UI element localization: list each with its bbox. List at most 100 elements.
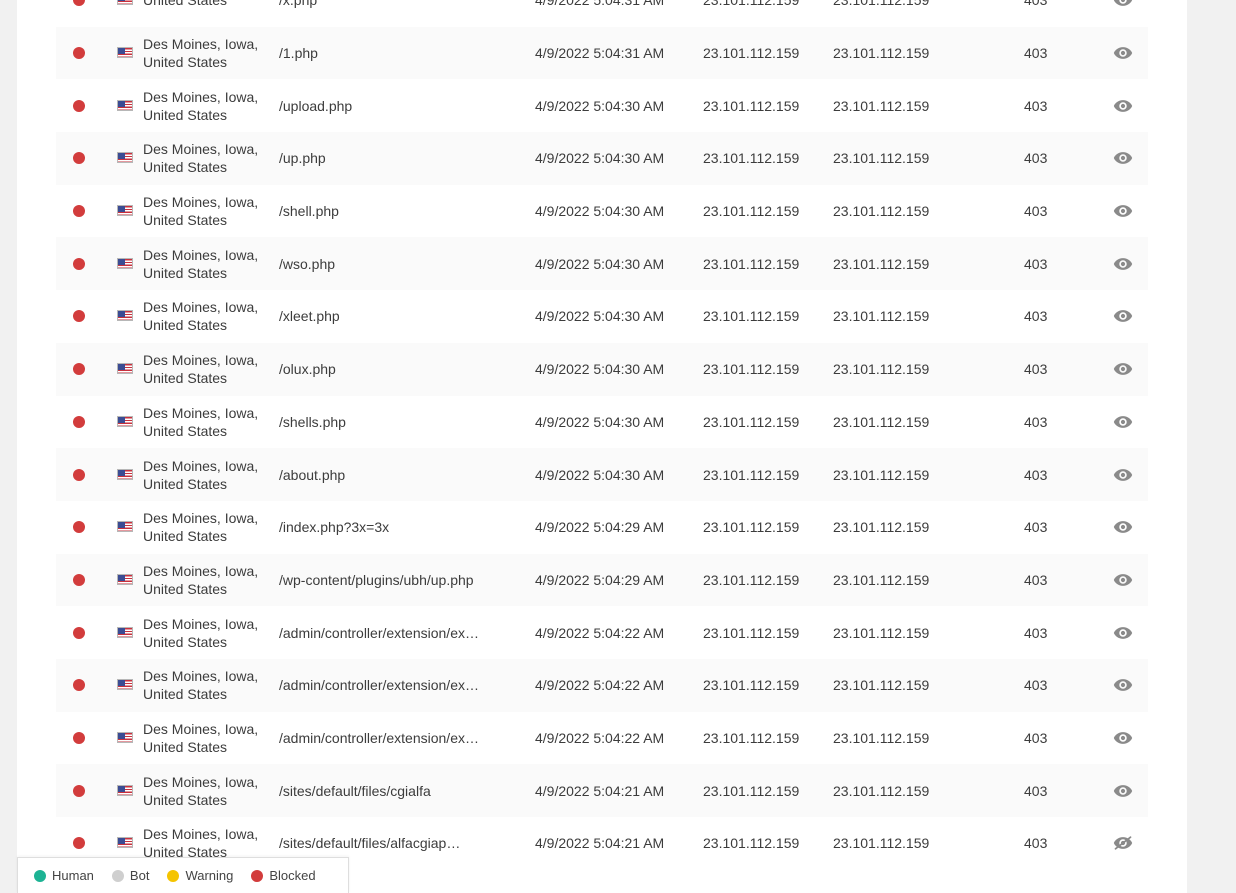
eye-icon[interactable] [1112,185,1134,238]
ip-address-secondary: 23.101.112.159 [833,835,930,852]
table-row[interactable]: Des Moines, Iowa, United States/1.php 4/9/… [56,26,1148,80]
timestamp-cell: 4/9/2022 5:04:31 AM [535,27,685,80]
ip-cell: 23.101.112.159 [703,237,823,290]
table-row[interactable]: Des Moines, Iowa, United States/index.php… [56,500,1148,554]
eye-icon[interactable] [1112,659,1134,712]
ip-address: 23.101.112.159 [703,782,800,799]
status-legend: Human Bot Warning Blocked [17,857,349,893]
table-row[interactable]: Des Moines, Iowa, United States/shells.ph… [56,395,1148,449]
location-cell: Des Moines, Iowa, United States [143,396,273,449]
ip-address: 23.101.112.159 [703,729,800,746]
eye-icon[interactable] [1112,290,1134,343]
status-code: 403 [1024,466,1048,483]
path-cell: /x.php [279,0,491,27]
eye-icon[interactable] [1112,27,1134,80]
ip-cell-secondary: 23.101.112.159 [833,0,953,27]
request-path: /xleet.php [279,308,340,325]
eye-icon[interactable] [1112,79,1134,132]
table-row[interactable]: United States/x.php 4/9/2022 5:04:31 AM 23… [56,0,1148,27]
location-cell: Des Moines, Iowa, United States [143,185,273,238]
ip-address: 23.101.112.159 [703,519,800,536]
eye-icon[interactable] [1112,554,1134,607]
table-row[interactable]: Des Moines, Iowa, United States/shell.php… [56,184,1148,238]
legend-item-human: Human [34,868,94,883]
timestamp: 4/9/2022 5:04:29 AM [535,571,665,588]
eye-icon[interactable] [1112,712,1134,765]
timestamp: 4/9/2022 5:04:30 AM [535,255,665,272]
path-cell: /wp-content/plugins/ubh/up.php [279,554,491,607]
status-code: 403 [1024,413,1048,430]
eye-icon[interactable] [1112,448,1134,501]
ip-cell: 23.101.112.159 [703,185,823,238]
ip-address: 23.101.112.159 [703,255,800,272]
eye-icon[interactable] [1112,501,1134,554]
ip-cell: 23.101.112.159 [703,712,823,765]
status-blocked-dot [73,626,85,639]
location-country: United States [143,317,228,334]
timestamp-cell: 4/9/2022 5:04:30 AM [535,343,685,396]
us-flag-icon [117,837,133,849]
eye-icon[interactable] [1112,343,1134,396]
timestamp-cell: 4/9/2022 5:04:31 AM [535,0,685,27]
timestamp: 4/9/2022 5:04:30 AM [535,203,665,220]
path-cell: /index.php?3x=3x [279,501,491,554]
legend-dot [251,869,264,882]
path-cell: /about.php [279,448,491,501]
status-code: 403 [1024,624,1048,641]
us-flag-icon [117,468,133,480]
timestamp-cell: 4/9/2022 5:04:30 AM [535,290,685,343]
status-code-cell: 403 [1024,343,1064,396]
eye-icon[interactable] [1112,237,1134,290]
status-code-cell: 403 [1024,290,1064,343]
table-row[interactable]: Des Moines, Iowa, United States/wso.php 4/… [56,237,1148,291]
table-row[interactable]: Des Moines, Iowa, United States/admin/con… [56,711,1148,765]
table-row[interactable]: Des Moines, Iowa, United States/xleet.php… [56,290,1148,343]
location-city: Des Moines, Iowa, [143,246,259,263]
table-row[interactable]: Des Moines, Iowa, United States/olux.php 4… [56,342,1148,396]
status-code: 403 [1024,150,1048,167]
us-flag-icon [117,626,133,638]
location-cell: Des Moines, Iowa, United States [143,712,273,765]
legend-label: Warning [185,868,234,883]
eye-icon[interactable] [1112,396,1134,449]
ip-address-secondary: 23.101.112.159 [833,519,930,536]
ip-cell: 23.101.112.159 [703,659,823,712]
location-country: United States [143,264,228,281]
location-city: Des Moines, Iowa, [143,194,259,211]
status-code-cell: 403 [1024,448,1064,501]
timestamp: 4/9/2022 5:04:22 AM [535,624,665,641]
eye-icon[interactable] [1112,764,1134,817]
table-row[interactable]: Des Moines, Iowa, United States/wp-conten… [56,553,1148,607]
eye-icon[interactable] [1112,0,1134,27]
eye-off-icon[interactable] [1112,817,1134,870]
eye-icon[interactable] [1112,132,1134,185]
location-country: United States [143,633,228,650]
table-row[interactable]: Des Moines, Iowa, United States/up.php 4/9… [56,132,1148,185]
table-row[interactable]: Des Moines, Iowa, United States/sites/def… [56,764,1148,817]
table-row[interactable]: Des Moines, Iowa, United States/about.php… [56,448,1148,501]
status-code: 403 [1024,203,1048,220]
status-code: 403 [1024,255,1048,272]
eye-icon[interactable] [1112,606,1134,659]
ip-address-secondary: 23.101.112.159 [833,97,930,114]
table-row[interactable]: Des Moines, Iowa, United States/upload.ph… [56,79,1148,133]
ip-address-secondary: 23.101.112.159 [833,413,930,430]
location-cell: Des Moines, Iowa, United States [143,764,273,817]
location-city: Des Moines, Iowa, [143,404,259,421]
timestamp: 4/9/2022 5:04:31 AM [535,0,665,9]
timestamp: 4/9/2022 5:04:30 AM [535,466,665,483]
ip-address: 23.101.112.159 [703,835,800,852]
table-row[interactable]: Des Moines, Iowa, United States/admin/con… [56,658,1148,712]
status-code: 403 [1024,0,1048,9]
ip-address: 23.101.112.159 [703,0,800,9]
location-country: United States [143,159,228,176]
path-cell: /sites/default/files/cgialfa [279,764,491,817]
ip-address: 23.101.112.159 [703,466,800,483]
us-flag-icon [117,310,133,322]
location-country: United States [143,738,228,755]
request-path: /olux.php [279,361,336,378]
us-flag-icon [117,731,133,743]
path-cell: /shell.php [279,185,491,238]
us-flag-icon [117,99,133,111]
table-row[interactable]: Des Moines, Iowa, United States/admin/con… [56,606,1148,659]
